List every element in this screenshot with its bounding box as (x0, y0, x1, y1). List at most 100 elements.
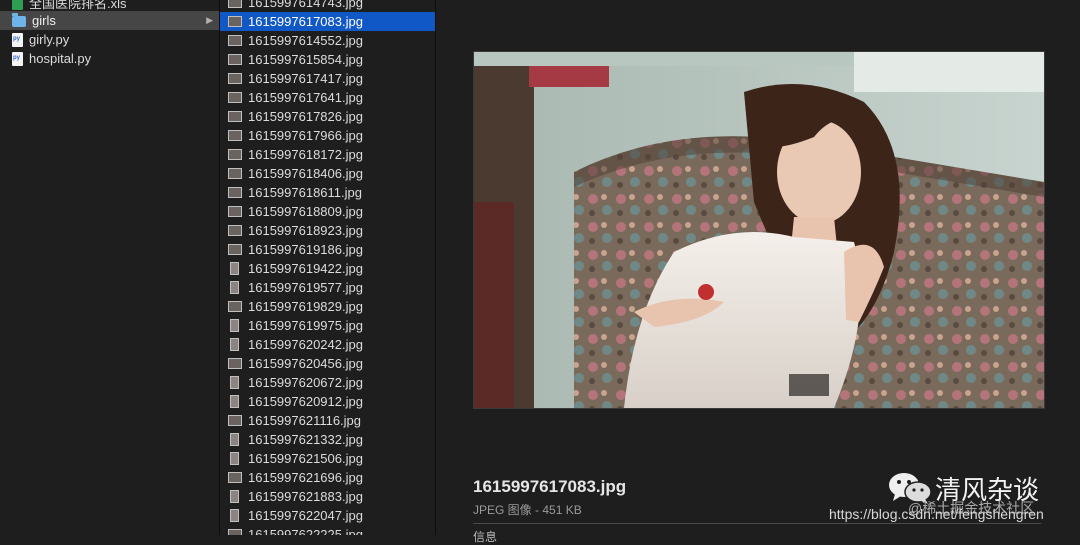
image-thumbnail-icon (230, 262, 239, 275)
image-thumbnail-icon (228, 225, 242, 236)
file-list-item[interactable]: 1615997618611.jpg (220, 183, 435, 202)
file-name: 1615997620456.jpg (248, 356, 363, 371)
file-list-item[interactable]: 1615997621332.jpg (220, 430, 435, 449)
file-name: 1615997617641.jpg (248, 90, 363, 105)
file-list-item[interactable]: 1615997622225.jpg (220, 525, 435, 535)
preview-divider (473, 523, 1041, 524)
image-thumbnail-icon (228, 130, 242, 141)
image-thumbnail-icon (228, 0, 242, 8)
file-name: girly.py (29, 32, 70, 47)
image-thumbnail-icon (230, 281, 239, 294)
file-name: 1615997621696.jpg (248, 470, 363, 485)
image-thumbnail-icon (230, 433, 239, 446)
preview-filename: 1615997617083.jpg (473, 477, 627, 496)
file-list-item[interactable]: 1615997619829.jpg (220, 297, 435, 316)
image-thumbnail-icon (228, 16, 242, 27)
file-list-item[interactable]: 1615997618809.jpg (220, 202, 435, 221)
image-thumbnail-icon (228, 206, 242, 217)
image-thumbnail-icon (228, 149, 242, 160)
file-list-item[interactable]: 1615997614743.jpg (220, 0, 435, 12)
image-thumbnail-icon (228, 187, 242, 198)
image-thumbnail-icon (228, 54, 242, 65)
file-list-item[interactable]: 1615997620456.jpg (220, 354, 435, 373)
file-list-item[interactable]: 1615997617083.jpg (220, 12, 435, 31)
image-thumbnail-icon (230, 509, 239, 522)
file-list-item[interactable]: 1615997614552.jpg (220, 31, 435, 50)
file-list-item[interactable]: 1615997619975.jpg (220, 316, 435, 335)
python-file-icon (12, 32, 23, 47)
file-name: 1615997620242.jpg (248, 337, 363, 352)
image-thumbnail-icon (228, 35, 242, 46)
image-thumbnail-icon (228, 415, 242, 426)
file-name: 1615997619186.jpg (248, 242, 363, 257)
folder-name: girls (32, 13, 56, 28)
image-thumbnail-icon (228, 73, 242, 84)
file-name: 1615997617966.jpg (248, 128, 363, 143)
finder-column-2: 1615997614743.jpg 1615997617083.jpg 161599… (220, 0, 436, 535)
file-list-item[interactable]: 1615997619577.jpg (220, 278, 435, 297)
image-thumbnail-icon (230, 338, 239, 351)
image-thumbnail-icon (228, 168, 242, 179)
image-thumbnail-icon (230, 376, 239, 389)
file-name: 1615997619422.jpg (248, 261, 363, 276)
file-name: 1615997621506.jpg (248, 451, 363, 466)
image-thumbnail-icon (228, 244, 242, 255)
preview-file-meta: JPEG 图像 - 451 KB (473, 503, 582, 517)
image-thumbnail-icon (230, 319, 239, 332)
file-list-item[interactable]: 1615997620672.jpg (220, 373, 435, 392)
file-list-item[interactable]: 1615997620242.jpg (220, 335, 435, 354)
python-file-icon (12, 51, 23, 66)
file-name: 1615997620672.jpg (248, 375, 363, 390)
file-name: 1615997618611.jpg (248, 185, 362, 200)
file-name: 1615997619829.jpg (248, 299, 363, 314)
file-list-item[interactable]: 1615997617417.jpg (220, 69, 435, 88)
file-name: 1615997622225.jpg (248, 527, 363, 535)
file-name: 1615997619577.jpg (248, 280, 363, 295)
finder-column-1: 全国医院排名.xls girls ▶ girly.py hospital.py (0, 0, 220, 535)
file-list-item[interactable]: 1615997617641.jpg (220, 88, 435, 107)
file-row-girly-py[interactable]: girly.py (0, 30, 219, 49)
file-list-item[interactable]: 1615997618923.jpg (220, 221, 435, 240)
file-list-item[interactable]: 1615997621116.jpg (220, 411, 435, 430)
image-thumbnail-icon (228, 92, 242, 103)
preview-pane: 1615997617083.jpg JPEG 图像 - 451 KB 信息 (437, 0, 1080, 544)
file-name: 1615997614552.jpg (248, 33, 363, 48)
file-name: 1615997621116.jpg (248, 413, 362, 428)
file-list-item[interactable]: 1615997621696.jpg (220, 468, 435, 487)
folder-icon (12, 13, 26, 27)
file-name: 1615997618172.jpg (248, 147, 363, 162)
file-row-hospital-py[interactable]: hospital.py (0, 49, 219, 68)
file-list-item[interactable]: 1615997621883.jpg (220, 487, 435, 506)
file-list-item[interactable]: 1615997622047.jpg (220, 506, 435, 525)
chevron-right-icon: ▶ (206, 15, 213, 25)
image-thumbnail-icon (230, 395, 239, 408)
folder-row-girls[interactable]: girls ▶ (0, 11, 219, 30)
file-list-item[interactable]: 1615997615854.jpg (220, 50, 435, 69)
file-name: 1615997621332.jpg (248, 432, 363, 447)
file-name: 1615997617826.jpg (248, 109, 363, 124)
file-name: 1615997619975.jpg (248, 318, 363, 333)
file-name: hospital.py (29, 51, 92, 66)
image-thumbnail-icon (228, 111, 242, 122)
file-list-item[interactable]: 1615997618172.jpg (220, 145, 435, 164)
file-name: 1615997618809.jpg (248, 204, 363, 219)
file-list-item[interactable]: 1615997619422.jpg (220, 259, 435, 278)
file-name: 1615997618406.jpg (248, 166, 363, 181)
file-list-item[interactable]: 1615997617826.jpg (220, 107, 435, 126)
image-thumbnail-icon (230, 490, 239, 503)
file-name: 1615997615854.jpg (248, 52, 363, 67)
image-thumbnail-icon (228, 529, 242, 535)
file-name: 1615997622047.jpg (248, 508, 363, 523)
file-list-item[interactable]: 1615997619186.jpg (220, 240, 435, 259)
file-list-item[interactable]: 1615997617966.jpg (220, 126, 435, 145)
watermark-url: https://blog.csdn.net/fengshengren (829, 506, 1044, 522)
file-list-item[interactable]: 1615997620912.jpg (220, 392, 435, 411)
image-thumbnail-icon (230, 452, 239, 465)
image-thumbnail-icon (228, 358, 242, 369)
file-list-item[interactable]: 1615997618406.jpg (220, 164, 435, 183)
file-name: 1615997621883.jpg (248, 489, 363, 504)
photo-preview[interactable] (473, 51, 1045, 409)
image-thumbnail-icon (228, 472, 242, 483)
file-list-item[interactable]: 1615997621506.jpg (220, 449, 435, 468)
spreadsheet-icon (12, 0, 23, 10)
